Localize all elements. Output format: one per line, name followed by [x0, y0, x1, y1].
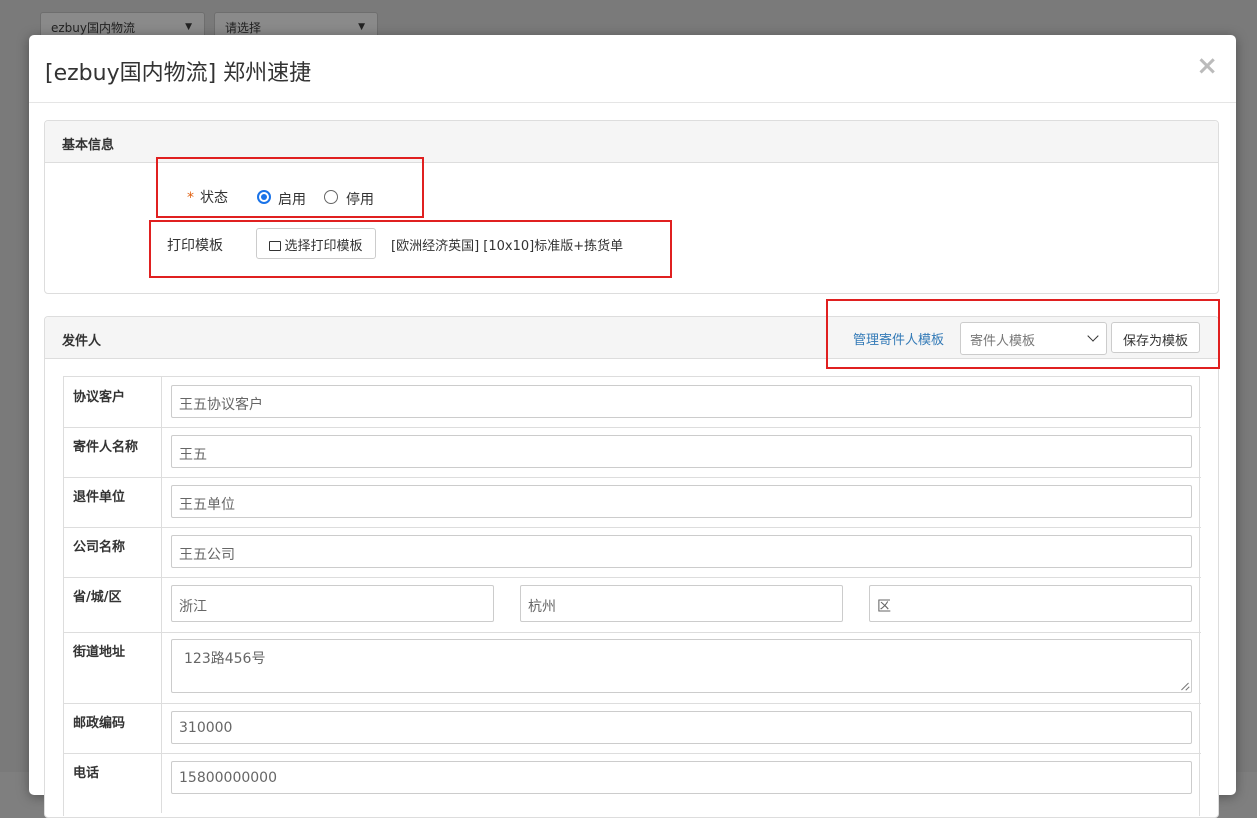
carrier-select-value: ezbuy国内物流: [51, 21, 136, 35]
basic-info-title: 基本信息: [62, 138, 115, 153]
return-unit-label: 退件单位: [73, 490, 126, 505]
company-input[interactable]: 王五公司: [171, 535, 1192, 568]
status-label: * 状态: [187, 187, 228, 207]
sender-name-label: 寄件人名称: [73, 440, 139, 455]
channel-modal: [ezbuy国内物流] 郑州速捷 × 基本信息 * 状态 启用 停用 打印模板 选…: [29, 35, 1236, 818]
caret-down-icon: ▼: [358, 22, 365, 32]
sender-title: 发件人: [62, 334, 102, 349]
sender-form: 协议客户 王五协议客户 寄件人名称 王五 退件单位 王五单位 公司名称 王五公司…: [63, 376, 1201, 816]
manage-sender-template-link[interactable]: 管理寄件人模板: [853, 329, 944, 348]
postal-label: 邮政编码: [73, 716, 126, 731]
return-unit-input[interactable]: 王五单位: [171, 485, 1192, 518]
street-value: 123路456号: [184, 651, 266, 667]
resize-handle-icon[interactable]: [1181, 682, 1189, 690]
form-row-sender-name: 寄件人名称 王五: [64, 427, 1201, 478]
sender-panel: 发件人 协议客户 王五协议客户 寄件人名称 王五 退件单位 王五单位 公司名称 …: [44, 316, 1219, 818]
status-label-text: 状态: [200, 190, 228, 206]
chevron-down-icon: [1087, 330, 1099, 342]
agreement-customer-label: 协议客户: [73, 390, 126, 405]
status-disabled-label[interactable]: 停用: [346, 189, 374, 209]
province-input[interactable]: 浙江: [171, 585, 494, 622]
print-template-label: 打印模板: [167, 238, 223, 254]
form-row-return-unit: 退件单位 王五单位: [64, 477, 1201, 528]
printer-icon: [269, 241, 282, 251]
modal-header: [ezbuy国内物流] 郑州速捷 ×: [29, 35, 1236, 103]
save-as-template-button[interactable]: 保存为模板: [1111, 322, 1200, 353]
sender-template-select[interactable]: 寄件人模板: [960, 322, 1107, 355]
form-row-company: 公司名称 王五公司: [64, 527, 1201, 578]
close-icon[interactable]: ×: [1196, 53, 1218, 79]
form-row-phone: 电话 15800000000: [64, 753, 1201, 813]
sender-name-input[interactable]: 王五: [171, 435, 1192, 468]
street-textarea[interactable]: 123路456号: [171, 639, 1192, 693]
form-row-agreement-customer: 协议客户 王五协议客户: [64, 377, 1201, 428]
phone-input[interactable]: 15800000000: [171, 761, 1192, 794]
city-input[interactable]: 杭州: [520, 585, 843, 622]
select-template-button-label: 选择打印模板: [284, 239, 363, 254]
status-enabled-radio[interactable]: [257, 190, 271, 204]
select-template-button[interactable]: 选择打印模板: [256, 228, 376, 259]
modal-title: [ezbuy国内物流] 郑州速捷: [45, 61, 312, 86]
form-row-region: 省/城/区 浙江 杭州 区: [64, 577, 1201, 633]
agreement-customer-input[interactable]: 王五协议客户: [171, 385, 1192, 418]
status-disabled-radio[interactable]: [324, 190, 338, 204]
current-template-text: [欧洲经济英国] [10x10]标准版+拣货单: [391, 239, 624, 254]
street-label: 街道地址: [73, 645, 126, 660]
caret-down-icon: ▼: [185, 22, 192, 32]
postal-input[interactable]: 310000: [171, 711, 1192, 744]
company-label: 公司名称: [73, 540, 126, 555]
form-row-postal: 邮政编码 310000: [64, 703, 1201, 754]
region-label: 省/城/区: [73, 590, 122, 605]
status-enabled-label[interactable]: 启用: [278, 189, 306, 209]
required-mark: *: [187, 190, 194, 206]
sender-template-select-value: 寄件人模板: [970, 334, 1036, 349]
second-select-value: 请选择: [225, 21, 262, 35]
form-row-street: 街道地址 123路456号: [64, 632, 1201, 704]
district-input[interactable]: 区: [869, 585, 1192, 622]
